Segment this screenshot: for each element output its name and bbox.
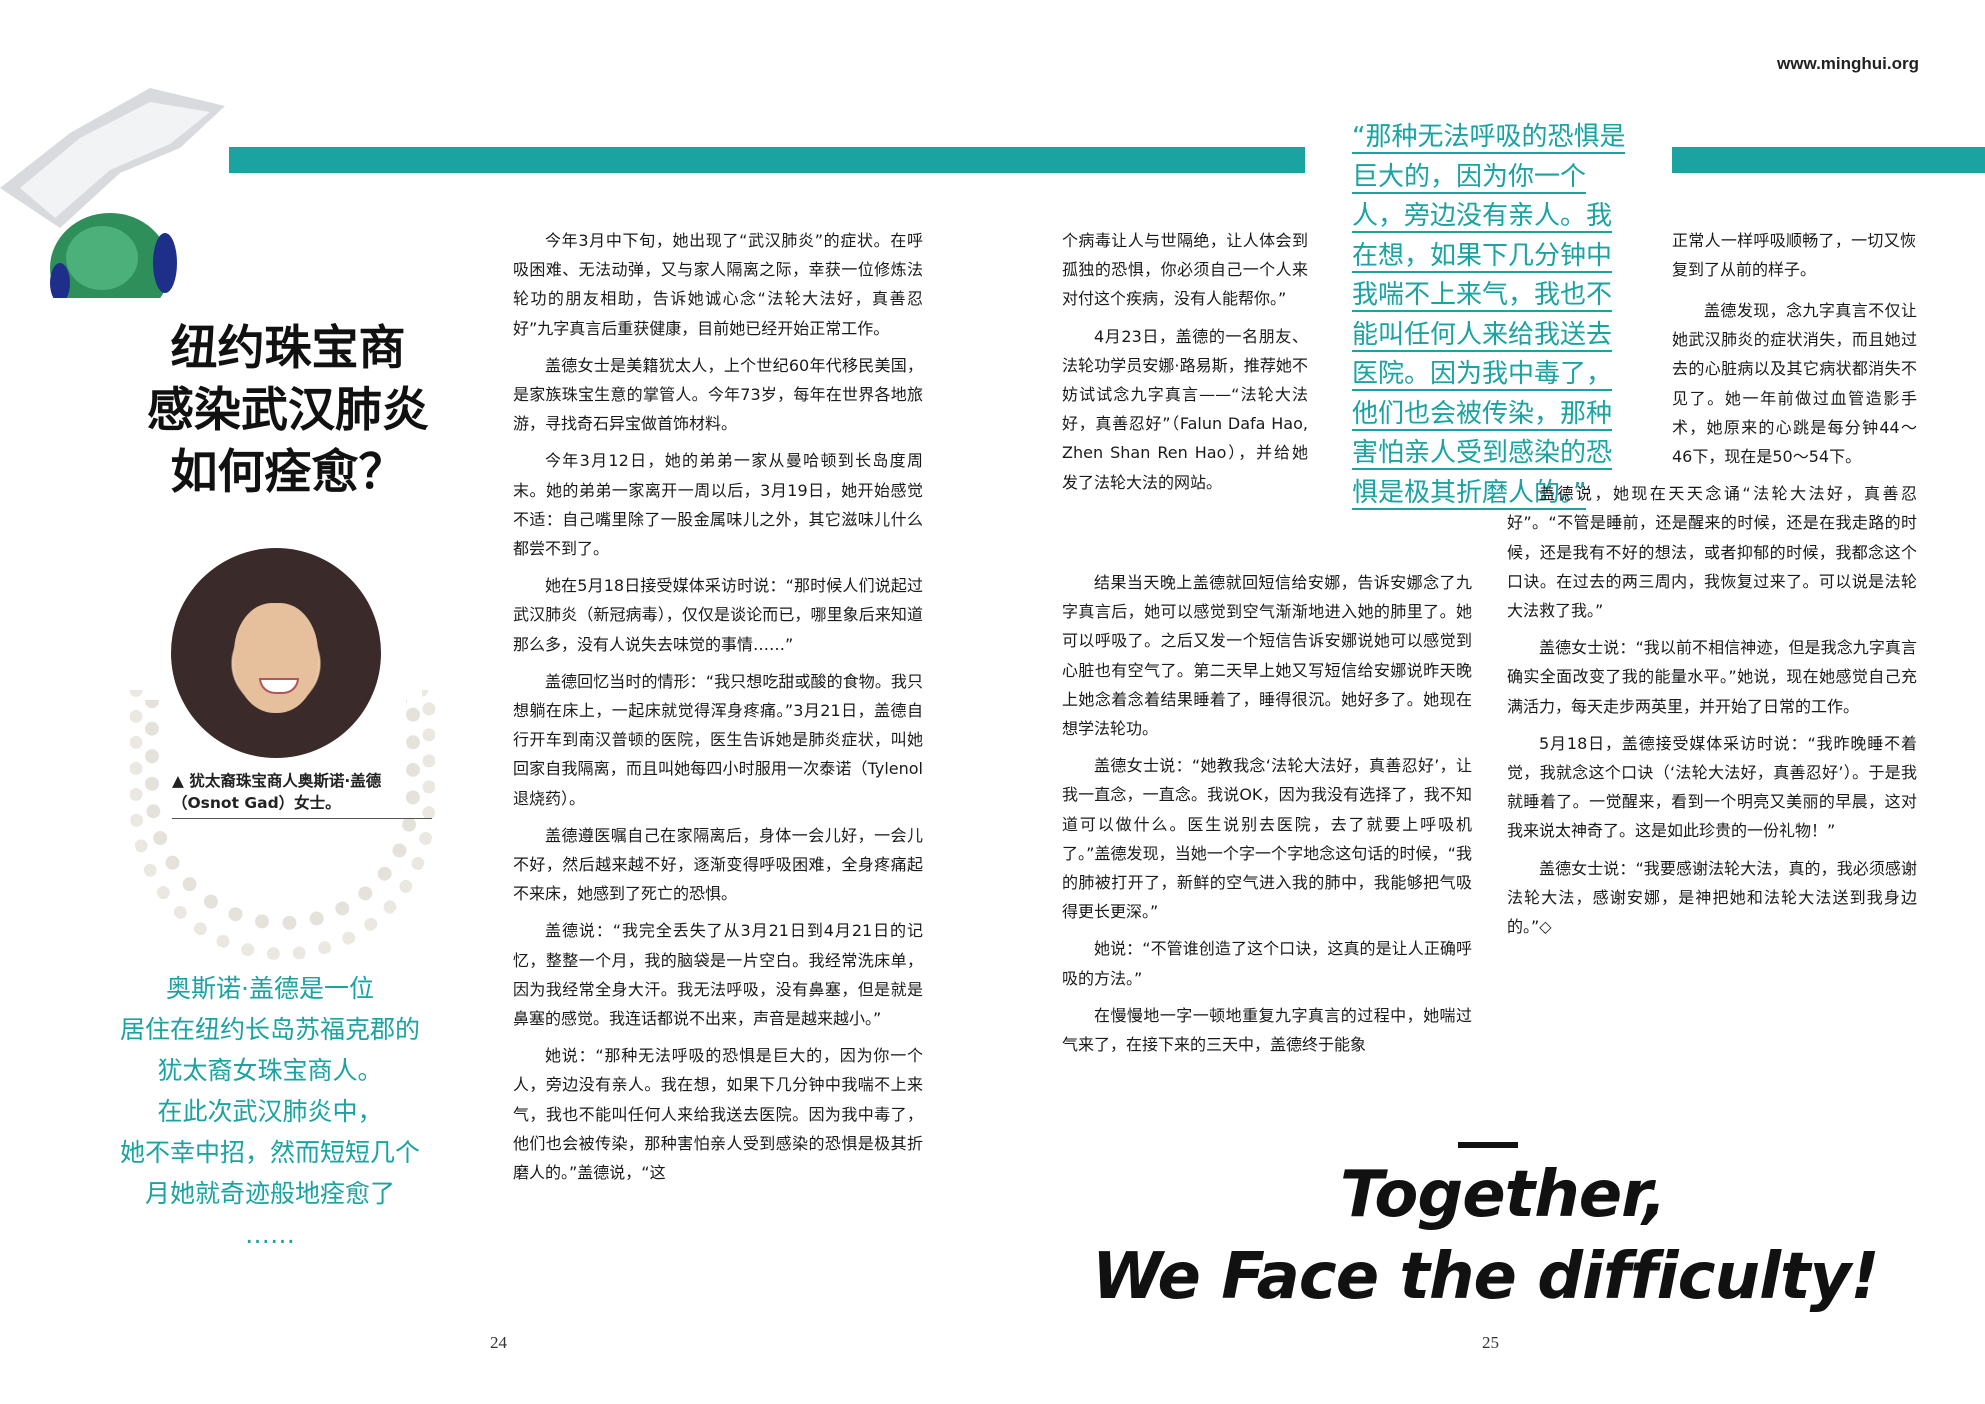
summary-line: …… — [245, 1220, 295, 1249]
paragraph: 盖德说：“我完全丢失了从3月21日到4月21日的记忆，整整一个月，我的脑袋是一片… — [513, 921, 923, 1029]
article-column-3-top: 正常人一样呼吸顺畅了，一切又恢复到了从前的样子。 — [1672, 226, 1916, 284]
paragraph: 她说：“那种无法呼吸的恐惧是巨大的，因为你一个人，旁边没有亲人。我在想，如果下几… — [513, 1046, 923, 1183]
paragraph: 盖德回忆当时的情形：“我只想吃甜或酸的食物。我只想躺在床上，一起床就觉得浑身疼痛… — [513, 671, 923, 808]
title-line: 感染武汉肺炎 — [147, 383, 429, 438]
paragraph: 盖德女士说：“我以前不相信神迹，但是我念九字真言确实全面改变了我的能量水平。”她… — [1507, 638, 1917, 716]
paragraph: 个病毒让人与世隔绝，让人体会到孤独的恐惧，你必须自己一个人来对付这个疾病，没有人… — [1062, 231, 1308, 309]
website-url: www.minghui.org — [1777, 54, 1919, 73]
header-bar-left — [229, 147, 1305, 173]
page-number-left: 24 — [490, 1333, 507, 1352]
article-summary: 奥斯诺·盖德是一位 居住在纽约长岛苏福克郡的 犹太裔女珠宝商人。 在此次武汉肺炎… — [95, 968, 445, 1255]
summary-line: 犹太裔女珠宝商人。 — [157, 1056, 383, 1085]
article-column-3: 盖德发现，念九字真言不仅让她武汉肺炎的症状消失，而且她过去的心脏病以及其它病状都… — [1507, 296, 1917, 941]
summary-line: 奥斯诺·盖德是一位 — [166, 974, 374, 1003]
header-bar-right — [1672, 147, 1985, 173]
slogan-line-1: Together, — [1340, 1158, 1667, 1232]
paragraph: 正常人一样呼吸顺畅了，一切又恢复到了从前的样子。 — [1672, 231, 1916, 280]
article-title: 纽约珠宝商 感染武汉肺炎 如何痊愈？ — [118, 318, 458, 504]
summary-line: 她不幸中招，然而短短几个 — [119, 1138, 420, 1167]
slogan-line-2: We Face the difficulty! — [1092, 1240, 1880, 1314]
paragraph: 5月18日，盖德接受媒体采访时说：“我昨晚睡不着觉，我就念这个口诀（‘法轮大法好… — [1507, 733, 1917, 841]
summary-line: 月她就奇迹般地痊愈了 — [144, 1179, 395, 1208]
summary-line: 居住在纽约长岛苏福克郡的 — [119, 1015, 420, 1044]
caption-divider — [172, 818, 432, 819]
brooch-image — [0, 88, 225, 298]
paragraph: 盖德遵医嘱自己在家隔离后，身体一会儿好，一会儿不好，然后越来越不好，逐渐变得呼吸… — [513, 825, 923, 904]
paragraph: 她说：“不管谁创造了这个口诀，这真的是让人正确呼吸的方法。” — [1062, 939, 1472, 988]
paragraph: 今年3月12日，她的弟弟一家从曼哈顿到长岛度周末。她的弟弟一家离开一周以后，3月… — [513, 451, 923, 559]
paragraph: 她在5月18日接受媒体采访时说：“那时候人们说起过武汉肺炎（新冠病毒），仅仅是谈… — [513, 576, 923, 654]
article-column-2-narrow: 个病毒让人与世隔绝，让人体会到孤独的恐惧，你必须自己一个人来对付这个疾病，没有人… — [1062, 226, 1308, 497]
paragraph: 盖德女士说：“她教我念‘法轮大法好，真善忍好’，让我一直念，一直念。我说OK，因… — [1062, 756, 1472, 922]
article-column-2-wide: 结果当天晚上盖德就回短信给安娜，告诉安娜念了九字真言后，她可以感觉到空气渐渐地进… — [1062, 568, 1472, 1059]
paragraph: 结果当天晚上盖德就回短信给安娜，告诉安娜念了九字真言后，她可以感觉到空气渐渐地进… — [1062, 573, 1472, 739]
summary-line: 在此次武汉肺炎中， — [157, 1097, 383, 1126]
paragraph: 盖德女士是美籍犹太人，上个世纪60年代移民美国，是家族珠宝生意的掌管人。今年73… — [513, 355, 923, 434]
portrait-face — [234, 603, 318, 713]
portrait-photo — [171, 548, 381, 758]
slogan-dash — [1458, 1142, 1518, 1148]
paragraph: 盖德女士说：“我要感谢法轮大法，真的，我必须感谢法轮大法，感谢安娜，是神把她和法… — [1507, 858, 1917, 937]
paragraph: 4月23日，盖德的一名朋友、法轮功学员安娜·路易斯，推荐她不妨试试念九字真言——… — [1062, 326, 1308, 492]
page-number-right: 25 — [1482, 1333, 1499, 1352]
article-column-1: 今年3月中下旬，她出现了“武汉肺炎”的症状。在呼吸困难、无法动弹，又与家人隔离之… — [513, 226, 923, 1187]
title-line: 如何痊愈？ — [170, 445, 406, 500]
title-line: 纽约珠宝商 — [170, 321, 406, 376]
paragraph: 盖德说，她现在天天念诵“法轮大法好，真善忍好”。“不管是睡前，还是醒来的时候，还… — [1507, 484, 1917, 621]
paragraph: 今年3月中下旬，她出现了“武汉肺炎”的症状。在呼吸困难、无法动弹，又与家人隔离之… — [513, 231, 923, 338]
photo-caption: ▲ 犹太裔珠宝商人奥斯诺·盖德（Osnot Gad）女士。 — [172, 770, 390, 814]
paragraph: 盖德发现，念九字真言不仅让她武汉肺炎的症状消失，而且她过去的心脏病以及其它病状都… — [1672, 301, 1917, 467]
paragraph: 在慢慢地一字一顿地重复九字真言的过程中，她喘过气来了，在接下来的三天中，盖德终于… — [1062, 1005, 1472, 1055]
